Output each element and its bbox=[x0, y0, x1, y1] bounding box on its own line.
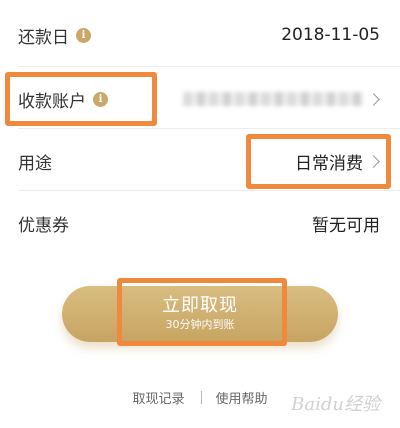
purpose-label: 用途 bbox=[18, 153, 52, 174]
blurred-account-number bbox=[183, 92, 363, 106]
coupon-row: 优惠券 暂无可用 bbox=[0, 190, 400, 256]
withdraw-records-link[interactable]: 取现记录 bbox=[132, 388, 184, 407]
due-date-value: 2018-11-05 bbox=[281, 25, 380, 45]
info-icon[interactable]: i bbox=[76, 27, 91, 43]
withdraw-page: 还款日 i 2018-11-05 收款账户 i 用途 日常消费 优惠券 暂无可用… bbox=[0, 0, 400, 428]
help-link[interactable]: 使用帮助 bbox=[216, 388, 268, 407]
due-date-row: 还款日 i 2018-11-05 bbox=[0, 2, 400, 68]
coupon-label: 优惠券 bbox=[18, 215, 69, 236]
highlight-box-purpose bbox=[246, 134, 391, 189]
baidu-watermark: Baidu经验 bbox=[291, 394, 380, 415]
account-value[interactable] bbox=[183, 92, 380, 106]
due-date-label: 还款日 bbox=[18, 27, 69, 48]
highlight-box-account bbox=[5, 72, 157, 126]
chevron-right-icon bbox=[367, 92, 380, 106]
due-date-label-group: 还款日 i bbox=[18, 23, 91, 48]
link-separator bbox=[200, 391, 202, 404]
highlight-box-button bbox=[117, 278, 287, 346]
coupon-value: 暂无可用 bbox=[312, 215, 380, 236]
